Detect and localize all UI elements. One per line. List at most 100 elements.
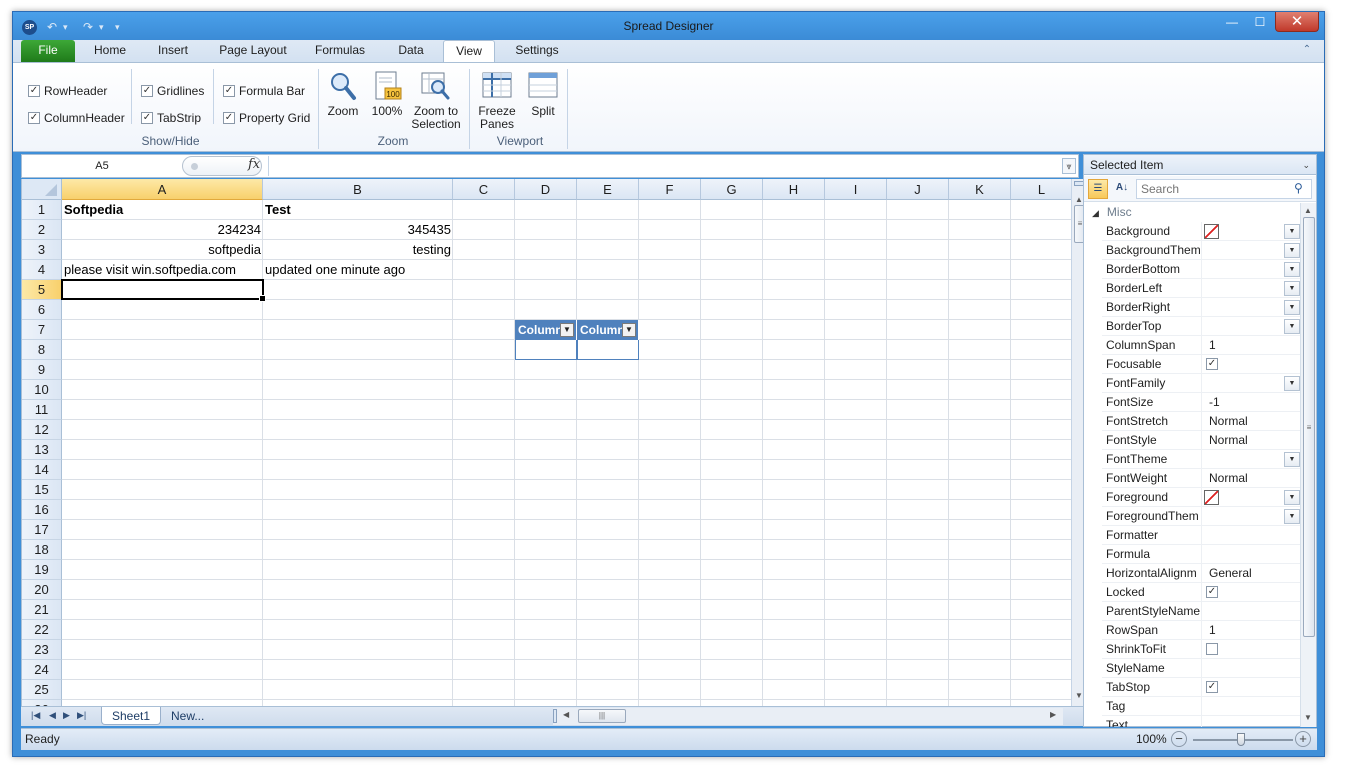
property-row-fontstyle[interactable]: FontStyle Normal [1102,431,1300,450]
tab-file[interactable]: File [21,40,75,62]
property-row-columnspan[interactable]: ColumnSpan 1 [1102,336,1300,355]
cell-a2[interactable]: 234234 [62,220,263,240]
row-header-9[interactable]: 9 [22,360,62,380]
chevron-down-icon[interactable]: ▼ [1284,262,1300,277]
property-row-focusable[interactable]: Focusable ✓ [1102,355,1300,374]
property-row-borderbottom[interactable]: BorderBottom ▼ [1102,260,1300,279]
property-grid-title[interactable]: Selected Item ⌄ [1084,155,1316,175]
cell-a4[interactable]: please visit win.softpedia.com [62,260,263,280]
column-header-b[interactable]: B [263,179,453,200]
cell-a1[interactable]: Softpedia [62,200,263,220]
row-header-11[interactable]: 11 [22,400,62,420]
row-header-14[interactable]: 14 [22,460,62,480]
table-data-cell[interactable] [515,340,577,360]
name-box[interactable]: A5 [22,155,182,177]
property-row-tag[interactable]: Tag [1102,697,1300,716]
column-header-k[interactable]: K [949,179,1011,200]
property-row-text[interactable]: Text [1102,716,1300,727]
zoom-out-button[interactable]: − [1171,731,1187,747]
property-row-shrinktofit[interactable]: ShrinkToFit [1102,640,1300,659]
formula-expand-icon[interactable]: ⩔ [1062,158,1076,174]
sheet-tab-sheet1[interactable]: Sheet1 [101,707,162,725]
table-header-cell[interactable]: Column2 ▼ [577,320,639,340]
function-icon[interactable]: fx [248,157,260,172]
row-header-2[interactable]: 2 [22,220,62,240]
next-sheet-icon[interactable]: ▶ [63,710,70,721]
property-row-tabstop[interactable]: TabStop ✓ [1102,678,1300,697]
active-cell-border[interactable] [61,279,266,302]
property-checkbox[interactable]: ✓ [1206,681,1218,693]
color-swatch-icon[interactable] [1204,490,1219,505]
zoom-percent[interactable]: 100% [1136,732,1167,746]
scroll-up-icon[interactable]: ▲ [1075,195,1083,204]
tab-view[interactable]: View [443,40,495,62]
tab-insert[interactable]: Insert [149,40,197,62]
scroll-down-icon[interactable]: ▼ [1304,713,1312,722]
property-value[interactable] [1204,602,1300,621]
property-row-background[interactable]: Background ▼ [1102,222,1300,241]
row-header-22[interactable]: 22 [22,620,62,640]
property-value[interactable]: Normal [1204,412,1300,431]
column-header-l[interactable]: L [1011,179,1071,200]
column-header-e[interactable]: E [577,179,639,200]
ribbon-collapse-icon[interactable]: ⌃ [1300,43,1314,57]
row-header-15[interactable]: 15 [22,480,62,500]
minimize-button[interactable]: — [1218,12,1246,32]
property-value[interactable]: Normal [1204,469,1300,488]
chevron-down-icon[interactable]: ▼ [1284,300,1300,315]
tab-page-layout[interactable]: Page Layout [213,40,293,62]
gridlines-checkbox[interactable]: ✓ Gridlines [141,83,204,99]
zoom-slider-thumb[interactable] [1237,733,1245,746]
prev-sheet-icon[interactable]: ◀ [49,710,56,721]
split-button[interactable]: Split [523,71,563,118]
columnheader-checkbox[interactable]: ✓ ColumnHeader [28,110,125,126]
property-checkbox[interactable]: ✓ [1206,358,1218,370]
row-header-3[interactable]: 3 [22,240,62,260]
property-row-borderleft[interactable]: BorderLeft ▼ [1102,279,1300,298]
property-row-stylename[interactable]: StyleName [1102,659,1300,678]
property-value[interactable]: -1 [1204,393,1300,412]
property-value[interactable]: 1 [1204,336,1300,355]
row-header-20[interactable]: 20 [22,580,62,600]
zoom-100-button[interactable]: 100 100% [367,71,407,118]
property-grid-scrollbar[interactable]: ▲ ≡ ▼ [1300,203,1316,727]
filter-dropdown-icon[interactable]: ▼ [560,323,574,337]
property-value[interactable]: 1 [1204,621,1300,640]
cell-b3[interactable]: testing [263,240,453,260]
last-sheet-icon[interactable]: ▶| [77,710,86,721]
chevron-down-icon[interactable]: ▼ [1284,376,1300,391]
zoom-in-button[interactable]: + [1295,731,1311,747]
property-checkbox[interactable]: ✓ [1206,586,1218,598]
sort-alphabetical-icon[interactable]: A↓ [1112,179,1132,199]
cell-b4[interactable]: updated one minute ago [263,260,453,280]
row-header-10[interactable]: 10 [22,380,62,400]
table-data-cell[interactable] [577,340,639,360]
freeze-panes-button[interactable]: Freeze Panes [475,71,519,131]
column-header-j[interactable]: J [887,179,949,200]
filter-dropdown-icon[interactable]: ▼ [622,323,636,337]
maximize-button[interactable]: ☐ [1246,12,1274,32]
property-row-borderright[interactable]: BorderRight ▼ [1102,298,1300,317]
tabstrip-check-icon[interactable]: ✓ [141,112,153,124]
row-header-23[interactable]: 23 [22,640,62,660]
property-row-formula[interactable]: Formula [1102,545,1300,564]
chevron-down-icon[interactable]: ▼ [1284,281,1300,296]
chevron-down-icon[interactable]: ▼ [1284,319,1300,334]
property-value[interactable]: Normal [1204,431,1300,450]
property-value[interactable] [1204,697,1300,716]
property-row-foregroundthem[interactable]: ForegroundThem ▼ [1102,507,1300,526]
zoom-to-selection-button[interactable]: Zoom to Selection [411,71,461,131]
row-header-5[interactable]: 5 [22,280,62,300]
scroll-thumb[interactable]: ≡ [1303,217,1315,637]
row-header-19[interactable]: 19 [22,560,62,580]
sheet-tab-new[interactable]: New... [161,707,214,725]
formula-input[interactable] [268,156,1058,176]
row-header-16[interactable]: 16 [22,500,62,520]
color-swatch-icon[interactable] [1204,224,1219,239]
zoom-button[interactable]: Zoom [323,71,363,118]
row-header-18[interactable]: 18 [22,540,62,560]
column-header-h[interactable]: H [763,179,825,200]
rowheader-checkbox[interactable]: ✓ RowHeader [28,83,107,99]
property-row-locked[interactable]: Locked ✓ [1102,583,1300,602]
property-value[interactable] [1204,716,1300,727]
